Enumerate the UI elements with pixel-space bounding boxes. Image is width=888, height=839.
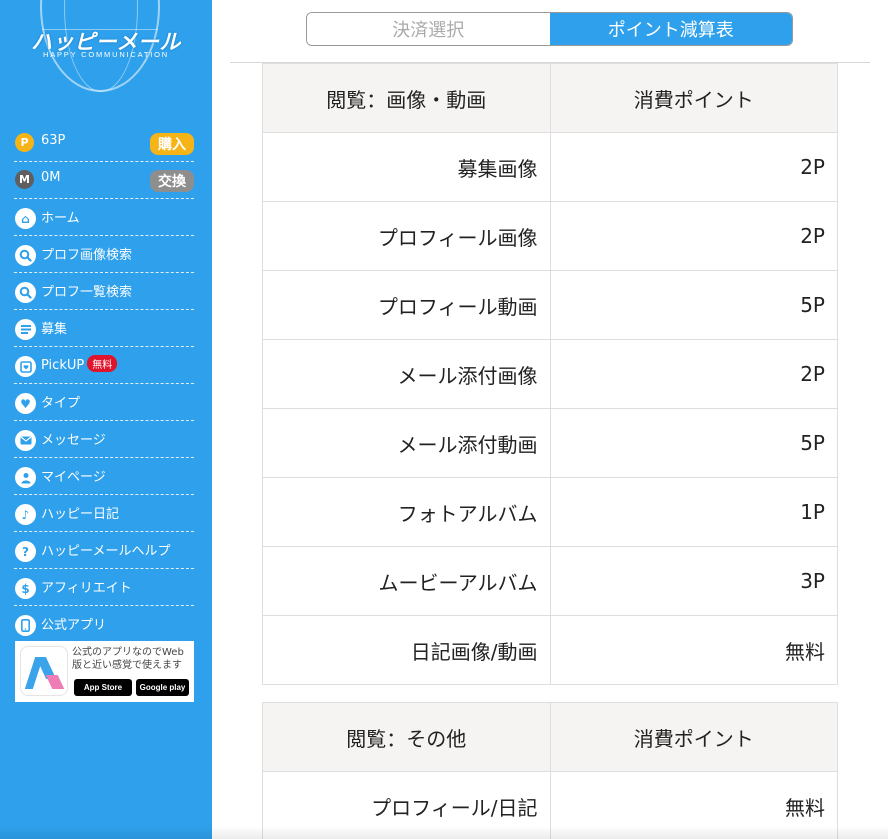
main-content: 決済選択 ポイント減算表 閲覧：画像・動画 消費ポイント 募集画像 2P プロフ… <box>212 0 888 839</box>
user-icon <box>15 467 36 488</box>
sidebar-item-message[interactable]: メッセージ <box>14 421 194 458</box>
sidebar-item-label: 募集 <box>41 322 68 337</box>
table-row: プロフィール動画 5P <box>262 270 838 340</box>
sidebar-item-label: プロフ画像検索 <box>41 248 133 263</box>
item-cell: ムービーアルバム <box>262 546 551 616</box>
sidebar-item-recruit[interactable]: 募集 <box>14 310 194 347</box>
points-table-media: 閲覧：画像・動画 消費ポイント 募集画像 2P プロフィール画像 2P プロフィ… <box>262 63 838 685</box>
mail-icon <box>15 430 36 451</box>
sidebar-item-label: プロフ一覧検索 <box>41 285 133 300</box>
exchange-button[interactable]: 交換 <box>150 170 194 192</box>
cost-cell: 5P <box>549 408 838 478</box>
points-table-other: 閲覧：その他 消費ポイント プロフィール/日記 無料 <box>262 702 838 839</box>
dollar-icon: $ <box>15 578 36 599</box>
tab-bar: 決済選択 ポイント減算表 <box>306 12 793 46</box>
sidebar-item-mypage[interactable]: マイページ <box>14 458 194 495</box>
cost-cell: 無料 <box>549 615 838 685</box>
table-row: フォトアルバム 1P <box>262 477 838 547</box>
search-icon <box>15 282 36 303</box>
sidebar-item-home[interactable]: ⌂ ホーム <box>14 199 194 236</box>
google-play-button[interactable]: Google play <box>136 679 189 696</box>
sidebar-item-label: マイページ <box>41 470 106 485</box>
table-header-row: 閲覧：画像・動画 消費ポイント <box>262 63 838 133</box>
points-icon: P <box>15 133 34 152</box>
sidebar-menu: P 63P 購入 M 0M 交換 ⌂ ホーム プロフ画像検索 プロフ一覧検索 募… <box>14 125 194 643</box>
help-icon: ? <box>15 541 36 562</box>
mail-balance: 0M <box>41 170 61 185</box>
cost-cell: 2P <box>549 132 838 202</box>
buy-points-button[interactable]: 購入 <box>150 133 194 155</box>
table-row: ムービーアルバム 3P <box>262 546 838 616</box>
sidebar-item-label: ハッピーメールヘルプ <box>41 544 171 559</box>
home-icon: ⌂ <box>15 208 36 229</box>
item-cell: メール添付画像 <box>262 339 551 409</box>
table-row: プロフィール画像 2P <box>262 201 838 271</box>
site-logo-tagline: HAPPY COMMUNICATION <box>42 50 169 59</box>
table-row: メール添付動画 5P <box>262 408 838 478</box>
sidebar-item-diary[interactable]: ♪ ハッピー日記 <box>14 495 194 532</box>
table-header-cell: 消費ポイント <box>549 63 838 133</box>
table-row: メール添付画像 2P <box>262 339 838 409</box>
sidebar-item-label: PickUP 無料 <box>41 355 118 373</box>
sidebar-item-help[interactable]: ? ハッピーメールヘルプ <box>14 532 194 569</box>
free-badge: 無料 <box>87 355 118 372</box>
sidebar-item-label: 公式アプリ <box>41 618 107 633</box>
table-header-cell: 閲覧：その他 <box>262 702 551 772</box>
list-icon <box>15 319 36 340</box>
table-row: 日記画像/動画 無料 <box>262 615 838 685</box>
tab-point-table[interactable]: ポイント減算表 <box>549 13 792 45</box>
item-cell: メール添付動画 <box>262 408 551 478</box>
item-cell: プロフィール動画 <box>262 270 551 340</box>
tab-payment-select[interactable]: 決済選択 <box>307 13 550 45</box>
music-note-icon: ♪ <box>15 504 36 525</box>
points-balance-row: P 63P 購入 <box>14 125 194 162</box>
sidebar-item-official-app[interactable]: 公式アプリ <box>14 606 194 643</box>
table-header-row: 閲覧：その他 消費ポイント <box>262 702 838 772</box>
bottom-shadow <box>0 826 888 839</box>
page: ハッピーメール HAPPY COMMUNICATION P 63P 購入 M 0… <box>0 0 888 839</box>
app-logo-icon <box>20 646 68 696</box>
mail-points-icon: M <box>15 170 34 189</box>
sidebar-item-type[interactable]: ♥ タイプ <box>14 384 194 421</box>
item-cell: 日記画像/動画 <box>262 615 551 685</box>
search-icon <box>15 245 36 266</box>
cost-cell: 3P <box>549 546 838 616</box>
cost-cell: 5P <box>549 270 838 340</box>
table-row: 募集画像 2P <box>262 132 838 202</box>
sidebar-item-label: アフィリエイト <box>41 581 132 596</box>
item-cell: 募集画像 <box>262 132 551 202</box>
sidebar: ハッピーメール HAPPY COMMUNICATION P 63P 購入 M 0… <box>0 0 212 839</box>
sidebar-item-profile-image-search[interactable]: プロフ画像検索 <box>14 236 194 273</box>
table-header-cell: 閲覧：画像・動画 <box>262 63 551 133</box>
sidebar-item-label: ホーム <box>41 211 80 226</box>
app-download-banner[interactable]: 公式のアプリなのでWeb版と近い感覚で使えます App Store Google… <box>15 641 194 702</box>
sidebar-item-label: タイプ <box>41 396 81 411</box>
pickup-label: PickUP <box>41 358 85 373</box>
pickup-icon <box>15 356 36 377</box>
sidebar-item-affiliate[interactable]: $ アフィリエイト <box>14 569 194 606</box>
sidebar-item-label: ハッピー日記 <box>41 507 120 522</box>
app-store-button[interactable]: App Store <box>74 679 132 696</box>
sidebar-item-profile-list-search[interactable]: プロフ一覧検索 <box>14 273 194 310</box>
cost-cell: 2P <box>549 339 838 409</box>
cost-cell: 2P <box>549 201 838 271</box>
heart-icon: ♥ <box>15 393 36 414</box>
phone-icon <box>15 615 36 636</box>
mail-balance-row: M 0M 交換 <box>14 162 194 199</box>
points-balance: 63P <box>41 133 66 148</box>
item-cell: プロフィール画像 <box>262 201 551 271</box>
table-header-cell: 消費ポイント <box>549 702 838 772</box>
sidebar-item-pickup[interactable]: PickUP 無料 <box>14 347 194 384</box>
sidebar-item-label: メッセージ <box>41 433 106 448</box>
item-cell: フォトアルバム <box>262 477 551 547</box>
app-banner-description: 公式のアプリなのでWeb版と近い感覚で使えます <box>72 647 184 671</box>
cost-cell: 1P <box>549 477 838 547</box>
